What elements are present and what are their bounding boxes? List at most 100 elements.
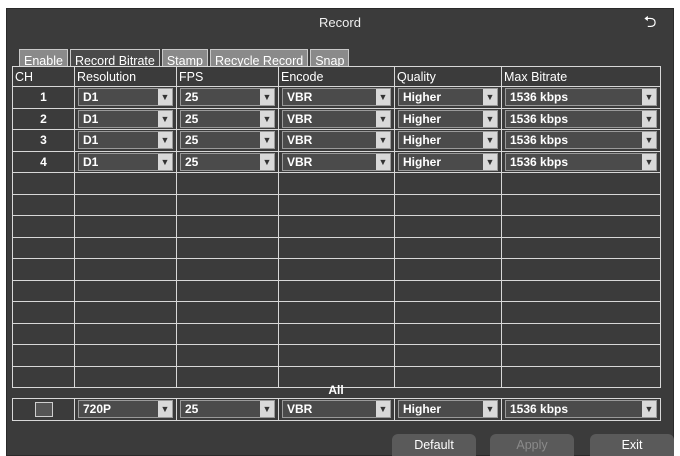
encode-select[interactable]: VBR ▼	[282, 131, 391, 150]
dropdown-arrow-icon: ▼	[260, 89, 274, 106]
dropdown-arrow-icon: ▼	[376, 401, 390, 418]
all-settings-row: 720P ▼ 25 ▼ VBR ▼ Higher ▼ 1536 kbps ▼	[12, 398, 661, 421]
quality-select[interactable]: Higher ▼	[398, 109, 498, 128]
fps-value: 25	[185, 154, 199, 169]
resolution-value: 720P	[83, 402, 112, 417]
fps-value: 25	[185, 133, 199, 148]
fps-value: 25	[185, 90, 199, 105]
dropdown-arrow-icon: ▼	[642, 401, 656, 418]
col-header-max-bitrate: Max Bitrate	[501, 66, 661, 87]
table-row: 1 D1 ▼ 25 ▼ VBR ▼ Higher ▼ 1536 kbps ▼	[12, 86, 661, 109]
resolution-value: D1	[83, 133, 99, 148]
back-icon[interactable]: ⮌	[639, 13, 661, 33]
all-resolution-select[interactable]: 720P ▼	[78, 400, 173, 419]
dropdown-arrow-icon: ▼	[483, 401, 497, 418]
all-channels-row: 720P ▼ 25 ▼ VBR ▼ Higher ▼ 1536 kbps ▼	[12, 398, 661, 421]
empty-row	[12, 301, 661, 324]
dropdown-arrow-icon: ▼	[376, 110, 390, 127]
empty-row	[12, 258, 661, 281]
resolution-select[interactable]: D1 ▼	[78, 88, 173, 107]
max-bitrate-value: 1536 kbps	[510, 154, 569, 169]
empty-row	[12, 215, 661, 238]
dropdown-arrow-icon: ▼	[260, 110, 274, 127]
empty-row	[12, 236, 661, 259]
dropdown-arrow-icon: ▼	[158, 110, 172, 127]
col-header-encode: Encode	[278, 66, 395, 87]
dropdown-arrow-icon: ▼	[642, 153, 656, 170]
all-label: All	[328, 383, 344, 397]
dropdown-arrow-icon: ▼	[376, 153, 390, 170]
dropdown-arrow-icon: ▼	[642, 132, 656, 149]
max-bitrate-select[interactable]: 1536 kbps ▼	[505, 152, 657, 171]
fps-select[interactable]: 25 ▼	[180, 88, 275, 107]
col-header-resolution: Resolution	[74, 66, 177, 87]
dropdown-arrow-icon: ▼	[642, 89, 656, 106]
all-fps-select[interactable]: 25 ▼	[180, 400, 275, 419]
select-all-checkbox[interactable]	[34, 401, 53, 417]
resolution-select[interactable]: D1 ▼	[78, 109, 173, 128]
quality-value: Higher	[403, 402, 442, 417]
dropdown-arrow-icon: ▼	[483, 132, 497, 149]
max-bitrate-value: 1536 kbps	[510, 111, 569, 126]
dropdown-arrow-icon: ▼	[376, 132, 390, 149]
channel-number: 4	[12, 150, 75, 173]
empty-row	[12, 279, 661, 302]
max-bitrate-value: 1536 kbps	[510, 90, 569, 105]
channel-number: 2	[12, 107, 75, 130]
resolution-value: D1	[83, 154, 99, 169]
table-header-row: CH Resolution FPS Encode Quality Max Bit…	[12, 66, 661, 87]
quality-select[interactable]: Higher ▼	[398, 152, 498, 171]
col-header-ch: CH	[12, 66, 75, 87]
resolution-select[interactable]: D1 ▼	[78, 152, 173, 171]
encode-select[interactable]: VBR ▼	[282, 88, 391, 107]
dropdown-arrow-icon: ▼	[260, 153, 274, 170]
fps-select[interactable]: 25 ▼	[180, 131, 275, 150]
encode-value: VBR	[287, 154, 313, 169]
dropdown-arrow-icon: ▼	[260, 401, 274, 418]
quality-value: Higher	[403, 133, 442, 148]
quality-select[interactable]: Higher ▼	[398, 131, 498, 150]
window-title: Record	[319, 15, 361, 30]
dropdown-arrow-icon: ▼	[158, 401, 172, 418]
dropdown-arrow-icon: ▼	[483, 110, 497, 127]
default-button[interactable]: Default	[392, 434, 476, 456]
fps-value: 25	[185, 402, 199, 417]
channel-number: 1	[12, 86, 75, 109]
quality-value: Higher	[403, 111, 442, 126]
all-encode-select[interactable]: VBR ▼	[282, 400, 391, 419]
max-bitrate-value: 1536 kbps	[510, 402, 569, 417]
quality-value: Higher	[403, 154, 442, 169]
encode-value: VBR	[287, 402, 313, 417]
quality-value: Higher	[403, 90, 442, 105]
table-row: 3 D1 ▼ 25 ▼ VBR ▼ Higher ▼ 1536 kbps ▼	[12, 129, 661, 152]
dropdown-arrow-icon: ▼	[158, 89, 172, 106]
encode-value: VBR	[287, 90, 313, 105]
max-bitrate-select[interactable]: 1536 kbps ▼	[505, 131, 657, 150]
exit-button[interactable]: Exit	[590, 434, 674, 456]
max-bitrate-select[interactable]: 1536 kbps ▼	[505, 88, 657, 107]
dropdown-arrow-icon: ▼	[260, 132, 274, 149]
dropdown-arrow-icon: ▼	[483, 89, 497, 106]
dropdown-arrow-icon: ▼	[376, 89, 390, 106]
encode-value: VBR	[287, 133, 313, 148]
col-header-fps: FPS	[176, 66, 279, 87]
all-max-bitrate-select[interactable]: 1536 kbps ▼	[505, 400, 657, 419]
fps-select[interactable]: 25 ▼	[180, 152, 275, 171]
empty-row	[12, 322, 661, 345]
max-bitrate-select[interactable]: 1536 kbps ▼	[505, 109, 657, 128]
fps-select[interactable]: 25 ▼	[180, 109, 275, 128]
empty-row	[12, 193, 661, 216]
resolution-select[interactable]: D1 ▼	[78, 131, 173, 150]
all-quality-select[interactable]: Higher ▼	[398, 400, 498, 419]
dropdown-arrow-icon: ▼	[158, 153, 172, 170]
table-row: 4 D1 ▼ 25 ▼ VBR ▼ Higher ▼ 1536 kbps ▼	[12, 150, 661, 173]
encode-value: VBR	[287, 111, 313, 126]
encode-select[interactable]: VBR ▼	[282, 152, 391, 171]
encode-select[interactable]: VBR ▼	[282, 109, 391, 128]
fps-value: 25	[185, 111, 199, 126]
channel-number: 3	[12, 129, 75, 152]
quality-select[interactable]: Higher ▼	[398, 88, 498, 107]
apply-button[interactable]: Apply	[490, 434, 574, 456]
table-row: 2 D1 ▼ 25 ▼ VBR ▼ Higher ▼ 1536 kbps ▼	[12, 107, 661, 130]
max-bitrate-value: 1536 kbps	[510, 133, 569, 148]
